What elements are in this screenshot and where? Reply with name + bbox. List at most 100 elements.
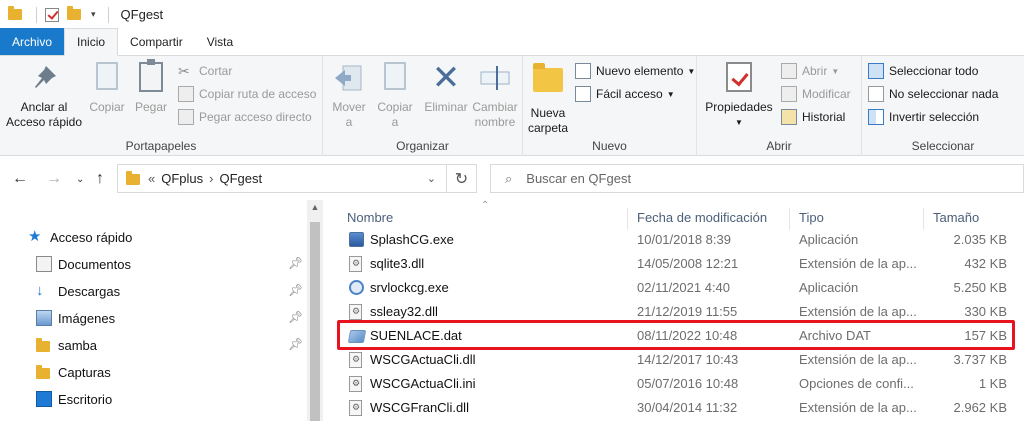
file-row[interactable]: WSCGFranCli.dll 30/04/2014 11:32 Extensi… xyxy=(323,396,1024,420)
pin-icon[interactable]: 📌︎ xyxy=(288,283,303,297)
breadcrumb-separator[interactable]: › xyxy=(209,171,213,186)
file-date: 14/05/2008 12:21 xyxy=(637,256,739,271)
column-separator[interactable] xyxy=(923,208,924,230)
properties-button[interactable]: Propiedades ▼ xyxy=(701,62,777,130)
file-row[interactable]: srvlockcg.exe 02/11/2021 4:40 Aplicación… xyxy=(323,276,1024,300)
copy-icon xyxy=(91,62,123,94)
file-size: 2.035 KB xyxy=(953,232,1008,247)
folder-icon[interactable] xyxy=(8,5,24,22)
column-header-name[interactable]: Nombre xyxy=(347,210,393,230)
chevron-down-icon: ▼ xyxy=(735,118,743,127)
folder-icon xyxy=(36,364,52,380)
nav-item-label: Acceso rápido xyxy=(50,229,133,245)
breadcrumb-qfplus[interactable]: QFplus xyxy=(161,171,203,186)
column-separator[interactable] xyxy=(789,208,790,230)
group-label-portapapeles: Portapapeles xyxy=(125,139,197,153)
tab-archivo[interactable]: Archivo xyxy=(0,28,65,55)
scroll-up-icon[interactable]: ▲ xyxy=(307,202,323,212)
scroll-thumb[interactable] xyxy=(310,222,320,421)
column-separator[interactable] xyxy=(627,208,628,230)
file-date: 02/11/2021 4:40 xyxy=(637,280,731,295)
nav-scrollbar[interactable]: ▲ xyxy=(307,200,323,421)
file-row[interactable]: sqlite3.dll 14/05/2008 12:21 Extensión d… xyxy=(323,252,1024,276)
paste-button[interactable]: Pegar xyxy=(130,59,172,115)
nav-item-label: Escritorio xyxy=(58,391,113,407)
group-label-nuevo: Nuevo xyxy=(592,139,627,153)
invert-selection-icon xyxy=(868,109,884,125)
breadcrumb-overflow[interactable]: « xyxy=(148,171,155,186)
pin-icon xyxy=(28,62,60,94)
customize-toolbar-icon[interactable]: ▾ xyxy=(91,9,96,20)
rename-label-2: nombre xyxy=(474,115,516,129)
file-row[interactable]: WSCGActuaCli.dll 14/12/2017 10:43 Extens… xyxy=(323,348,1024,372)
rename-button[interactable]: Cambiar nombre xyxy=(469,62,521,130)
nav-item-escritorio[interactable]: Escritorio xyxy=(36,386,112,412)
column-header-type[interactable]: Tipo xyxy=(799,210,824,230)
nav-item-documentos[interactable]: Documentos xyxy=(36,251,131,277)
copy-to-label: Copiar xyxy=(377,100,413,114)
copy-path-button[interactable]: Copiar ruta de acceso xyxy=(178,84,316,104)
pin-icon[interactable]: 📌︎ xyxy=(288,337,303,351)
cut-button[interactable]: ✂ Cortar xyxy=(178,61,232,81)
address-bar[interactable]: « QFplus › QFgest ⌄ xyxy=(117,164,447,193)
nav-item-label: Descargas xyxy=(58,283,121,299)
breadcrumb-qfgest[interactable]: QFgest xyxy=(219,171,262,186)
file-list: ⌃ Nombre Fecha de modificación Tipo Tama… xyxy=(323,200,1024,421)
history-icon xyxy=(781,109,797,125)
nav-item-quick-access[interactable]: ★ Acceso rápido xyxy=(28,224,132,250)
group-label-abrir: Abrir xyxy=(766,139,792,153)
easy-access-label: Fácil acceso xyxy=(596,87,663,101)
edit-button[interactable]: Modificar xyxy=(781,84,851,104)
file-row[interactable]: WSCGActuaCli.ini 05/07/2016 10:48 Opcion… xyxy=(323,372,1024,396)
back-arrow-icon[interactable]: ← xyxy=(12,170,28,188)
column-header-date[interactable]: Fecha de modificación xyxy=(637,210,767,230)
pin-label-2: Acceso rápido xyxy=(5,115,83,129)
nav-item-imagenes[interactable]: Imágenes xyxy=(36,305,115,331)
copy-to-button[interactable]: Copiar a xyxy=(373,62,417,130)
up-arrow-icon[interactable]: ↑ xyxy=(96,170,104,188)
new-item-icon xyxy=(575,63,591,79)
search-placeholder: Buscar en QFgest xyxy=(526,171,632,186)
nav-item-capturas[interactable]: Capturas xyxy=(36,359,111,385)
nav-item-samba[interactable]: samba xyxy=(36,332,97,358)
sort-ascending-icon: ⌃ xyxy=(481,200,490,211)
delete-button[interactable]: ✕ Eliminar xyxy=(421,61,471,115)
group-seleccionar: Seleccionar todo No seleccionar nada Inv… xyxy=(862,56,1024,156)
open-label: Abrir xyxy=(802,64,828,78)
new-folder-button[interactable]: Nueva carpeta xyxy=(525,62,571,136)
tab-inicio[interactable]: Inicio xyxy=(64,28,119,56)
select-none-button[interactable]: No seleccionar nada xyxy=(868,84,998,104)
easy-access-button[interactable]: Fácil acceso ▼ xyxy=(575,84,675,104)
nav-item-descargas[interactable]: ↓ Descargas xyxy=(36,278,120,304)
move-to-button[interactable]: Mover a xyxy=(327,62,371,130)
refresh-icon[interactable]: ↻ xyxy=(447,164,477,193)
move-label: Mover xyxy=(332,100,366,114)
invert-selection-button[interactable]: Invertir selección xyxy=(868,107,979,127)
tab-compartir[interactable]: Compartir xyxy=(118,28,195,55)
paste-shortcut-button[interactable]: Pegar acceso directo xyxy=(178,107,312,127)
pin-icon[interactable]: 📌︎ xyxy=(288,256,303,270)
column-header-size[interactable]: Tamaño xyxy=(933,210,979,230)
group-nuevo: Nueva carpeta Nuevo elemento ▼ Fácil acc… xyxy=(523,56,697,156)
select-all-button[interactable]: Seleccionar todo xyxy=(868,61,978,81)
open-button[interactable]: Abrir ▼ xyxy=(781,61,839,81)
properties-quick-icon[interactable] xyxy=(45,7,59,22)
folder-icon xyxy=(126,171,140,185)
nav-item-label: Capturas xyxy=(58,364,111,380)
forward-arrow-icon[interactable]: → xyxy=(46,170,62,188)
recent-locations-icon[interactable]: ⌄ xyxy=(76,174,84,185)
separator xyxy=(36,6,37,23)
new-item-button[interactable]: Nuevo elemento ▼ xyxy=(575,61,695,81)
history-label: Historial xyxy=(802,110,846,124)
pin-icon[interactable]: 📌︎ xyxy=(288,310,303,324)
chevron-down-icon[interactable]: ⌄ xyxy=(427,172,436,185)
search-input[interactable]: ⌕ Buscar en QFgest xyxy=(490,164,1024,193)
pin-quick-access-button[interactable]: Anclar al Acceso rápido xyxy=(4,62,84,130)
history-button[interactable]: Historial xyxy=(781,107,845,127)
new-folder-quick-icon[interactable] xyxy=(67,5,83,22)
tab-vista[interactable]: Vista xyxy=(195,28,245,55)
download-icon: ↓ xyxy=(36,282,44,299)
file-row[interactable]: SplashCG.exe 10/01/2018 8:39 Aplicación … xyxy=(323,228,1024,252)
file-type: Aplicación xyxy=(799,232,859,247)
copy-button[interactable]: Copiar xyxy=(86,62,128,115)
